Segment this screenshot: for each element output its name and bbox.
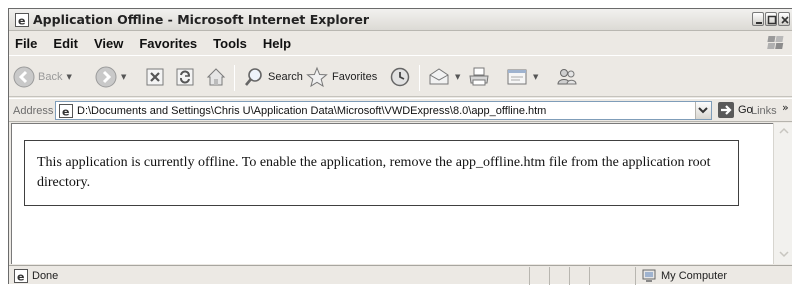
- menu-file[interactable]: File: [13, 36, 37, 51]
- status-text: Done: [32, 270, 59, 282]
- go-arrow-icon: [718, 102, 734, 118]
- my-computer-icon: [642, 269, 656, 282]
- toolbar-separator: [419, 65, 420, 91]
- forward-button[interactable]: ▼: [95, 56, 126, 98]
- ie-page-icon: e: [59, 104, 73, 119]
- search-icon: [245, 68, 262, 86]
- address-url: D:\Documents and Settings\Chris U\Applic…: [77, 105, 547, 117]
- mail-dropdown-icon[interactable]: ▼: [455, 73, 460, 81]
- go-button[interactable]: Go: [717, 101, 753, 119]
- address-label: Address: [13, 105, 54, 117]
- minimize-button[interactable]: [752, 12, 764, 26]
- page-content: This application is currently offline. T…: [11, 123, 773, 264]
- svg-text:e: e: [17, 271, 24, 284]
- edit-button[interactable]: ▼: [505, 56, 538, 98]
- refresh-button[interactable]: [175, 56, 195, 98]
- back-dropdown-icon[interactable]: ▼: [66, 73, 71, 81]
- forward-arrow-icon: [95, 66, 117, 88]
- toolbar-separator: [234, 65, 235, 91]
- zone-label: My Computer: [661, 270, 728, 282]
- offline-message: This application is currently offline. T…: [37, 155, 711, 190]
- favorites-button[interactable]: Favorites: [305, 56, 377, 98]
- scroll-down-icon[interactable]: [779, 250, 789, 258]
- status-pane-divider: [549, 267, 550, 285]
- windows-logo-icon: [767, 36, 784, 49]
- chevron-down-icon: [698, 107, 708, 114]
- back-label: Back: [38, 71, 63, 83]
- status-pane-divider: [569, 267, 570, 285]
- stop-button[interactable]: [145, 56, 165, 98]
- ie-page-icon: e: [15, 13, 29, 28]
- close-icon: [781, 16, 789, 24]
- svg-text:e: e: [18, 15, 25, 28]
- close-button[interactable]: [778, 12, 790, 26]
- forward-dropdown-icon[interactable]: ▼: [121, 73, 126, 81]
- maximize-icon: [767, 15, 777, 25]
- standard-toolbar: Back ▼ ▼ Search Favorites ▼ ▼: [9, 55, 792, 97]
- svg-text:e: e: [62, 106, 69, 119]
- search-button[interactable]: Search: [243, 56, 303, 98]
- favorites-label: Favorites: [332, 71, 378, 83]
- ie-page-icon: e: [14, 269, 28, 284]
- refresh-icon: [176, 68, 194, 86]
- print-button[interactable]: [467, 56, 491, 98]
- search-label: Search: [268, 71, 303, 83]
- menu-edit[interactable]: Edit: [51, 36, 78, 51]
- edit-dropdown-icon[interactable]: ▼: [533, 73, 538, 81]
- status-bar: e Done My Computer: [9, 265, 792, 285]
- minimize-icon: [756, 22, 762, 24]
- menu-bar: File Edit View Favorites Tools Help: [9, 32, 792, 54]
- favorites-star-icon: [306, 66, 328, 88]
- links-chevron-icon[interactable]: »: [782, 101, 789, 114]
- menu-tools[interactable]: Tools: [211, 36, 247, 51]
- menu-view[interactable]: View: [92, 36, 123, 51]
- messenger-button[interactable]: [555, 56, 579, 98]
- address-bar: Address e D:\Documents and Settings\Chri…: [9, 98, 792, 122]
- offline-message-box: This application is currently offline. T…: [24, 140, 739, 206]
- printer-icon: [469, 67, 489, 86]
- home-icon: [206, 68, 226, 86]
- mail-icon: [429, 68, 449, 85]
- stop-icon: [146, 68, 164, 86]
- links-label[interactable]: Links: [751, 105, 777, 117]
- vertical-scrollbar[interactable]: [773, 123, 792, 264]
- menu-help[interactable]: Help: [261, 36, 291, 51]
- window-title: Application Offline - Microsoft Internet…: [33, 12, 369, 27]
- messenger-people-icon: [557, 69, 577, 85]
- mail-button[interactable]: ▼: [427, 56, 460, 98]
- history-clock-icon: [390, 67, 410, 87]
- menu-favorites[interactable]: Favorites: [137, 36, 197, 51]
- security-zone: My Computer: [641, 268, 727, 284]
- address-input[interactable]: e D:\Documents and Settings\Chris U\Appl…: [55, 101, 712, 120]
- maximize-button[interactable]: [765, 12, 777, 26]
- back-button[interactable]: Back ▼: [13, 56, 72, 98]
- title-bar: e Application Offline - Microsoft Intern…: [9, 9, 792, 31]
- scroll-up-icon[interactable]: [779, 127, 789, 135]
- browser-window: e Application Offline - Microsoft Intern…: [8, 8, 792, 285]
- home-button[interactable]: [205, 56, 227, 98]
- address-dropdown-button[interactable]: [695, 102, 711, 119]
- status-pane-divider: [529, 267, 530, 285]
- edit-document-icon: [507, 69, 527, 85]
- status-pane-divider: [635, 267, 636, 285]
- status-pane-divider: [589, 267, 590, 285]
- history-button[interactable]: [389, 56, 411, 98]
- back-arrow-icon: [13, 66, 35, 88]
